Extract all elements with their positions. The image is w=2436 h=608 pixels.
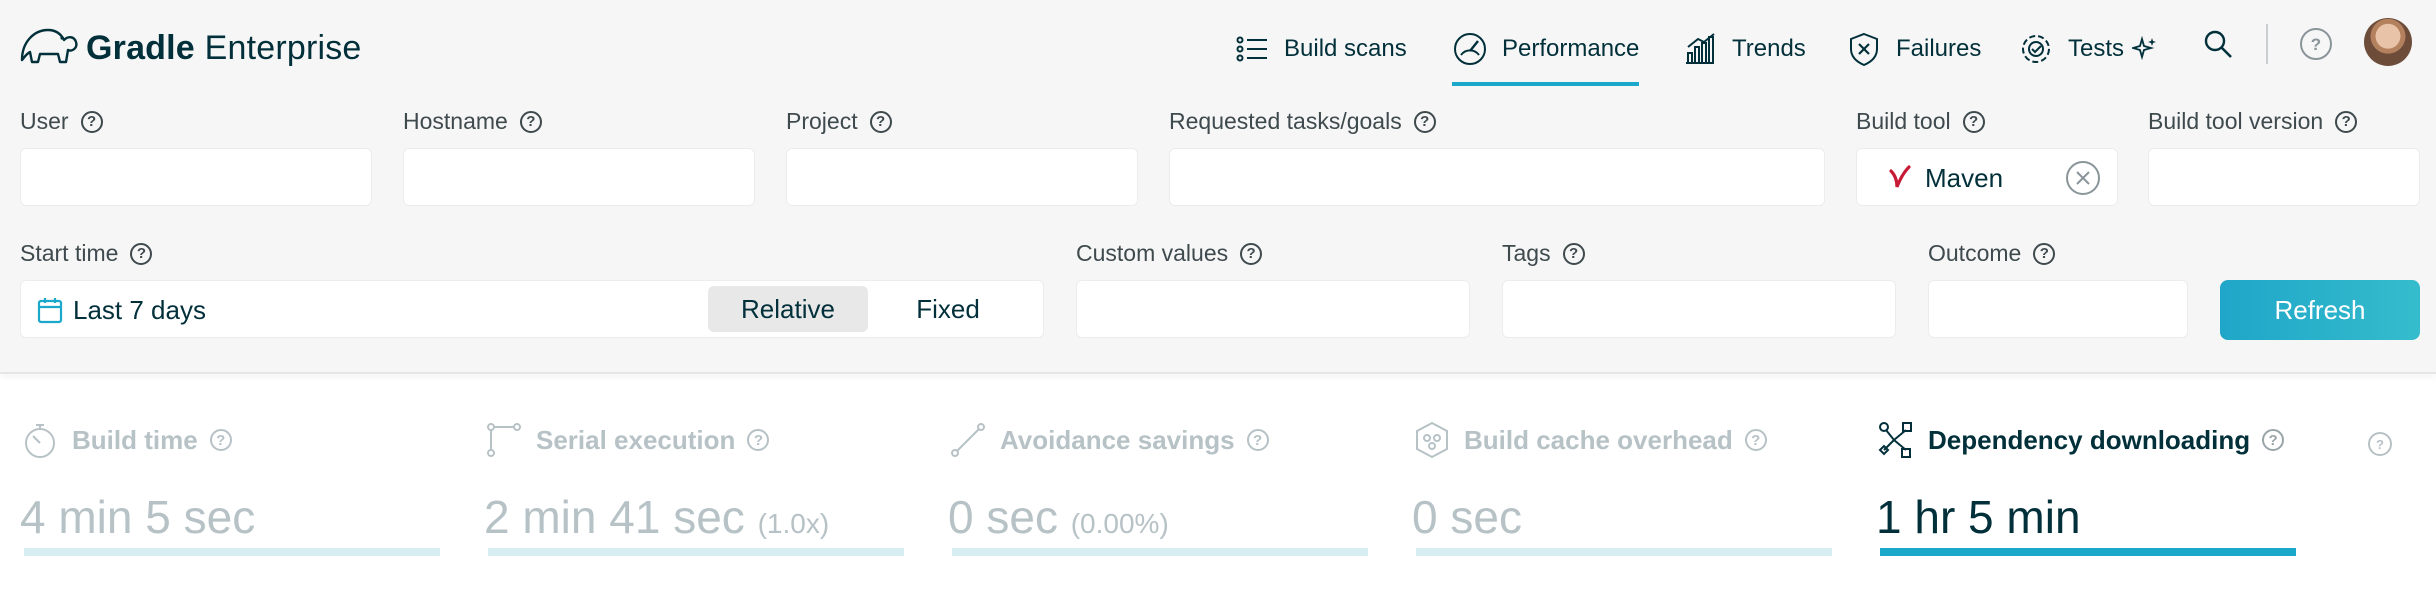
calendar-icon (37, 296, 63, 324)
metrics-help-icon[interactable]: ? (2364, 428, 2396, 460)
metric-build-cache-overhead[interactable]: Build cache overhead? 0 sec (1412, 416, 1832, 556)
user-label: User? (20, 108, 103, 135)
svg-text:?: ? (2376, 437, 2384, 452)
fixed-button[interactable]: Fixed (868, 286, 1028, 332)
metric-bar (1880, 548, 2296, 556)
gradle-enterprise-logo[interactable]: Gradle Enterprise (18, 16, 362, 80)
help-icon[interactable]: ? (1246, 429, 1269, 451)
list-icon (1234, 31, 1270, 67)
help-icon[interactable]: ? (1562, 242, 1585, 265)
project-label: Project? (786, 108, 892, 135)
hostname-label: Hostname? (403, 108, 542, 135)
metric-avoidance-savings[interactable]: Avoidance savings? 0 sec (0.00%) (948, 416, 1368, 556)
build-tool-version-label: Build tool version? (2148, 108, 2358, 135)
hostname-input[interactable] (403, 148, 755, 206)
build-tool-value: Maven (1925, 163, 2004, 193)
outcome-label: Outcome? (1928, 240, 2056, 267)
stopwatch-icon (20, 420, 60, 460)
metric-bar (488, 548, 904, 556)
start-time-value: Last 7 days (73, 295, 206, 325)
metric-bar (24, 548, 440, 556)
help-icon[interactable]: ? (519, 110, 542, 133)
elephant-logo-icon (18, 22, 80, 75)
metric-value: 0 sec (1412, 491, 1522, 543)
search-icon[interactable] (2198, 24, 2238, 64)
cache-hexagon-icon (1412, 420, 1452, 460)
help-icon[interactable]: ? (2033, 242, 2056, 265)
outcome-select[interactable] (1928, 280, 2188, 338)
tags-label: Tags? (1502, 240, 1585, 267)
help-icon[interactable]: ? (2262, 429, 2285, 451)
nav-label: Performance (1502, 35, 1640, 62)
start-time-label: Start time? (20, 240, 153, 267)
metric-label: Serial execution (536, 424, 736, 455)
help-icon[interactable]: ? (747, 429, 770, 451)
metric-label: Dependency downloading (1928, 424, 2251, 455)
metric-label: Avoidance savings (1000, 424, 1235, 455)
nav-label: Build scans (1284, 35, 1407, 62)
help-icon[interactable]: ? (209, 429, 232, 451)
metric-dependency-downloading[interactable]: Dependency downloading? 1 hr 5 min (1876, 416, 2296, 556)
requested-tasks-input[interactable] (1169, 148, 1825, 206)
metric-value: 2 min 41 sec (1.0x) (484, 491, 830, 543)
clear-icon[interactable] (2065, 160, 2101, 196)
project-input[interactable] (786, 148, 1138, 206)
metric-build-time[interactable]: Build time? 4 min 5 sec (20, 416, 440, 556)
metric-bar (1416, 548, 1832, 556)
metric-bar (952, 548, 1368, 556)
requested-tasks-label: Requested tasks/goals? (1169, 108, 1436, 135)
metric-label: Build cache overhead (1464, 424, 1733, 455)
help-icon[interactable]: ? (1240, 242, 1263, 265)
refresh-button[interactable]: Refresh (2220, 280, 2420, 340)
sparkle-icon (2132, 36, 2158, 62)
nav-tests[interactable]: Tests (2018, 18, 2158, 80)
metric-value: 0 sec (0.00%) (948, 491, 1169, 543)
build-tool-label: Build tool? (1856, 108, 1985, 135)
header-divider (2266, 24, 2268, 64)
brand-name: Gradle Enterprise (86, 28, 362, 67)
help-icon[interactable]: ? (2335, 110, 2358, 133)
serial-path-icon (484, 420, 524, 460)
tags-input[interactable] (1502, 280, 1896, 338)
nav-failures[interactable]: Failures (1846, 18, 1981, 80)
shield-x-icon (1846, 31, 1882, 67)
metric-serial-execution[interactable]: Serial execution? 2 min 41 sec (1.0x) (484, 416, 904, 556)
maven-icon (1889, 165, 1911, 189)
avoidance-path-icon (948, 420, 988, 460)
speedometer-icon (1452, 31, 1488, 67)
relative-button[interactable]: Relative (708, 286, 868, 332)
nav-label: Failures (1896, 35, 1982, 62)
help-icon[interactable]: ? (869, 110, 892, 133)
nav-build-scans[interactable]: Build scans (1234, 18, 1407, 80)
metric-value: 4 min 5 sec (20, 491, 256, 543)
tests-gear-icon (2018, 31, 2054, 67)
build-tool-version-input[interactable] (2148, 148, 2420, 206)
custom-values-input[interactable] (1076, 280, 1470, 338)
build-tool-select[interactable]: Maven (1856, 148, 2118, 206)
help-icon[interactable]: ? (1744, 429, 1767, 451)
nav-performance[interactable]: Performance (1452, 18, 1640, 86)
help-icon[interactable]: ? (1962, 110, 1985, 133)
metric-value: 1 hr 5 min (1876, 491, 2081, 543)
help-icon[interactable]: ? (130, 242, 153, 265)
svg-text:?: ? (2311, 35, 2321, 54)
help-icon[interactable]: ? (80, 110, 103, 133)
user-input[interactable] (20, 148, 372, 206)
time-mode-toggle: Relative Fixed (708, 286, 1028, 332)
nav-label: Tests (2068, 35, 2125, 62)
help-icon[interactable]: ? (2296, 24, 2336, 64)
metric-label: Build time (72, 424, 198, 455)
bar-chart-icon (1682, 31, 1718, 67)
nav-label: Trends (1732, 35, 1806, 62)
user-avatar[interactable] (2364, 18, 2412, 66)
custom-values-label: Custom values? (1076, 240, 1263, 267)
help-icon[interactable]: ? (1413, 110, 1436, 133)
nav-trends[interactable]: Trends (1682, 18, 1806, 80)
dependency-tree-icon (1876, 420, 1916, 460)
